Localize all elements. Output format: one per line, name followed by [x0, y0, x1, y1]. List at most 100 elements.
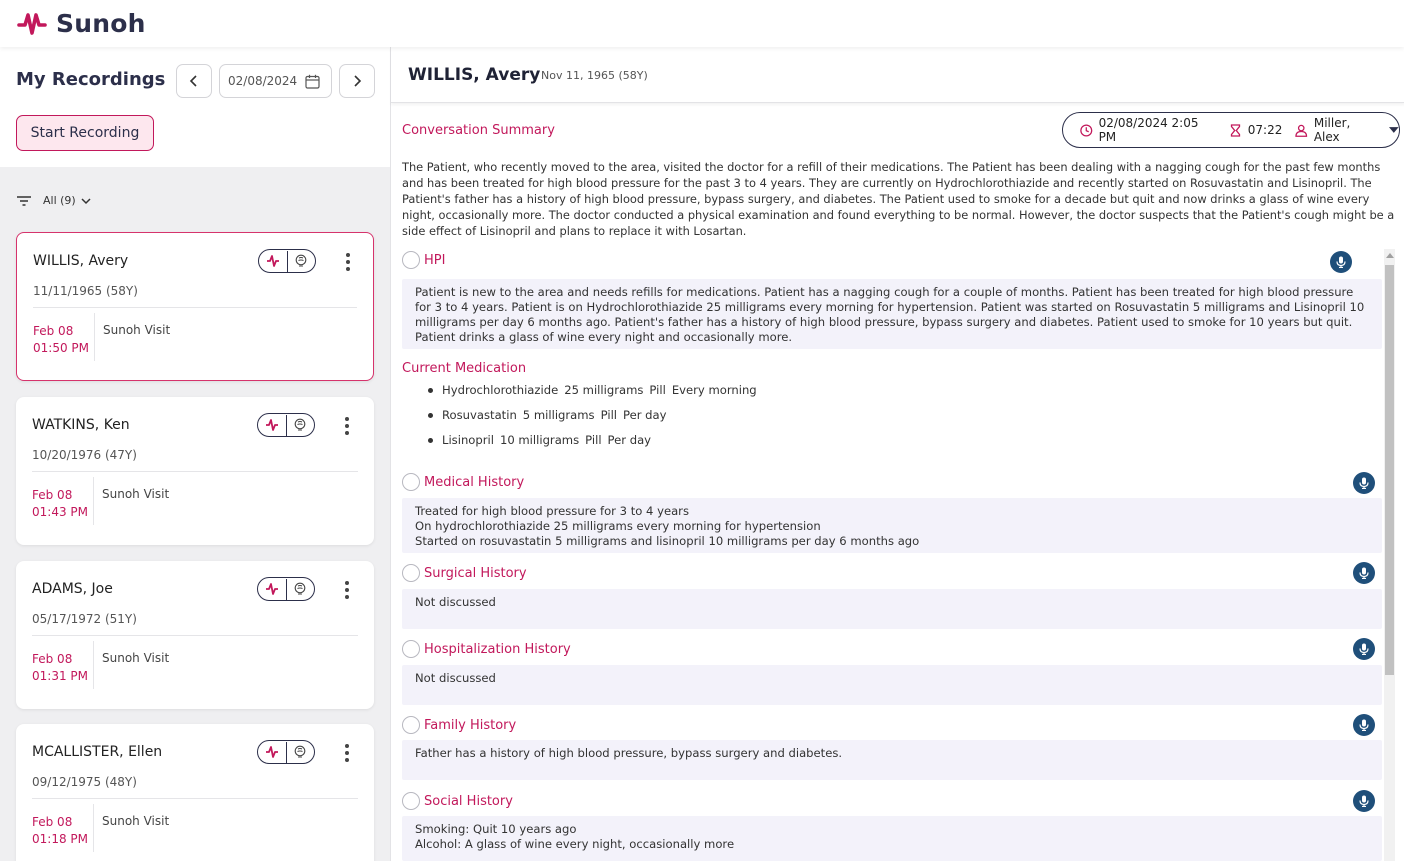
- sunoh-wave-icon[interactable]: [259, 251, 287, 272]
- sunoh-wave-icon[interactable]: [258, 579, 286, 600]
- hospitalization-history-dictate-button[interactable]: [1353, 638, 1375, 660]
- date-picker[interactable]: [219, 64, 332, 98]
- surgical-history-select-radio[interactable]: [402, 564, 420, 582]
- ai-brain-icon[interactable]: [285, 741, 314, 763]
- more-options-icon[interactable]: [344, 581, 350, 599]
- medication-form: Pill: [649, 383, 666, 397]
- visit-type: Sunoh Visit: [103, 323, 171, 337]
- microphone-icon: [1359, 719, 1369, 731]
- recordings-filter[interactable]: All (9): [17, 194, 91, 207]
- recording-datetime-meta: 02/08/2024 2:05 PM: [1080, 116, 1216, 144]
- chevron-left-icon: [189, 75, 197, 87]
- hospitalization-history-select-radio[interactable]: [402, 640, 420, 658]
- ai-brain-icon[interactable]: [286, 250, 315, 272]
- sunoh-wave-icon[interactable]: [258, 742, 286, 763]
- microphone-icon: [1359, 477, 1369, 489]
- medical-history-line: Treated for high blood pressure for 3 to…: [415, 504, 689, 518]
- medication-dose: 25 milligrams: [564, 383, 644, 397]
- medical-history-content: Treated for high blood pressure for 3 to…: [402, 498, 1382, 553]
- medication-list: Hydrochlorothiazide 25 milligrams Pill Ever…: [428, 378, 757, 453]
- next-date-button[interactable]: [339, 64, 375, 98]
- more-options-icon[interactable]: [344, 744, 350, 762]
- recordings-title: My Recordings: [16, 69, 166, 90]
- recording-card[interactable]: WILLIS, Avery 11/11/1965 (58Y) Feb 08 01…: [16, 232, 374, 381]
- start-recording-button[interactable]: Start Recording: [16, 115, 154, 151]
- hourglass-icon: [1230, 123, 1240, 137]
- provider-name: Miller, Alex: [1313, 116, 1351, 144]
- social-history-select-radio[interactable]: [402, 792, 420, 810]
- clock-icon: [1080, 123, 1093, 137]
- recording-meta-pill[interactable]: 02/08/2024 2:05 PM 07:22 Miller, Alex: [1062, 112, 1400, 148]
- scrollbar-thumb[interactable]: [1385, 265, 1394, 675]
- provider-dropdown[interactable]: Miller, Alex: [1295, 116, 1399, 144]
- medication-dose: 5 milligrams: [522, 408, 595, 422]
- conversation-summary-text: The Patient, who recently moved to the a…: [402, 160, 1395, 238]
- family-history-select-radio[interactable]: [402, 716, 420, 734]
- filter-label: All (9): [43, 194, 76, 207]
- microphone-icon: [1359, 567, 1369, 579]
- patient-name-title: WILLIS, Avery: [408, 65, 541, 85]
- social-history-dictate-button[interactable]: [1353, 790, 1375, 812]
- medication-name: Rosuvastatin: [442, 408, 517, 422]
- content-scrollbar[interactable]: [1384, 249, 1395, 861]
- recording-card[interactable]: ADAMS, Joe 05/17/1972 (51Y) Feb 08 01:31…: [16, 561, 374, 709]
- recording-datetime: Feb 08 01:50 PM: [33, 323, 89, 357]
- ai-brain-icon[interactable]: [285, 414, 314, 436]
- recording-datetime: Feb 08 01:43 PM: [32, 487, 88, 521]
- recording-time: 01:50 PM: [33, 341, 89, 355]
- medical-history-line: On hydrochlorothiazide 25 milligrams eve…: [415, 519, 821, 533]
- medical-history-title: Medical History: [424, 474, 525, 490]
- scroll-up-icon[interactable]: [1386, 253, 1394, 258]
- visit-type: Sunoh Visit: [102, 487, 170, 501]
- hpi-dictate-button[interactable]: [1330, 251, 1352, 273]
- hospitalization-history-title: Hospitalization History: [424, 641, 571, 657]
- more-options-icon[interactable]: [344, 417, 350, 435]
- recording-time: 01:18 PM: [32, 832, 88, 846]
- family-history-header: Family History: [402, 716, 516, 734]
- date-input[interactable]: [228, 74, 300, 88]
- medical-history-dictate-button[interactable]: [1353, 472, 1375, 494]
- recordings-panel: My Recordings Start Recording All (9): [0, 47, 390, 861]
- hpi-content: Patient is new to the area and needs ref…: [402, 279, 1382, 349]
- card-divider: [33, 307, 357, 308]
- medication-form: Pill: [585, 433, 602, 447]
- card-separator: [93, 477, 94, 525]
- medication-name: Hydrochlorothiazide: [442, 383, 559, 397]
- visit-type: Sunoh Visit: [102, 651, 170, 665]
- brand-name: Sunoh: [56, 9, 146, 38]
- sunoh-logo[interactable]: Sunoh: [17, 9, 146, 38]
- filter-dropdown[interactable]: All (9): [43, 194, 91, 207]
- chevron-down-icon: [81, 197, 91, 204]
- recording-datetime: Feb 08 01:31 PM: [32, 651, 88, 685]
- calendar-icon[interactable]: [305, 74, 320, 89]
- hpi-title: HPI: [424, 252, 446, 268]
- conversation-summary-title: Conversation Summary: [402, 123, 555, 138]
- recording-date: Feb 08: [32, 815, 73, 829]
- recording-date: Feb 08: [32, 652, 73, 666]
- ai-brain-icon[interactable]: [285, 578, 314, 600]
- hospitalization-history-header: Hospitalization History: [402, 640, 571, 658]
- card-divider: [32, 635, 358, 636]
- medication-item: Lisinopril 10 milligrams Pill Per day: [428, 428, 757, 453]
- social-history-line: Alcohol: A glass of wine every night, oc…: [415, 837, 735, 851]
- patient-name: ADAMS, Joe: [32, 581, 113, 597]
- social-history-header: Social History: [402, 792, 513, 810]
- microphone-icon: [1336, 256, 1346, 268]
- sunoh-wave-icon[interactable]: [258, 415, 286, 436]
- social-history-line: Smoking: Quit 10 years ago: [415, 822, 577, 836]
- more-options-icon[interactable]: [345, 253, 351, 271]
- recording-type-toggle: [257, 413, 315, 437]
- surgical-history-dictate-button[interactable]: [1353, 562, 1375, 584]
- family-history-dictate-button[interactable]: [1353, 714, 1375, 736]
- medication-frequency: Every morning: [671, 383, 757, 397]
- hpi-select-radio[interactable]: [402, 251, 420, 269]
- previous-date-button[interactable]: [176, 64, 212, 98]
- recording-type-toggle: [257, 577, 315, 601]
- medical-history-select-radio[interactable]: [402, 473, 420, 491]
- chevron-right-icon: [354, 75, 362, 87]
- medical-history-header: Medical History: [402, 473, 524, 491]
- visit-type: Sunoh Visit: [102, 814, 170, 828]
- recording-date: Feb 08: [32, 488, 73, 502]
- recording-card[interactable]: MCALLISTER, Ellen 09/12/1975 (48Y) Feb 0…: [16, 724, 374, 861]
- recording-card[interactable]: WATKINS, Ken 10/20/1976 (47Y) Feb 08 01:…: [16, 397, 374, 545]
